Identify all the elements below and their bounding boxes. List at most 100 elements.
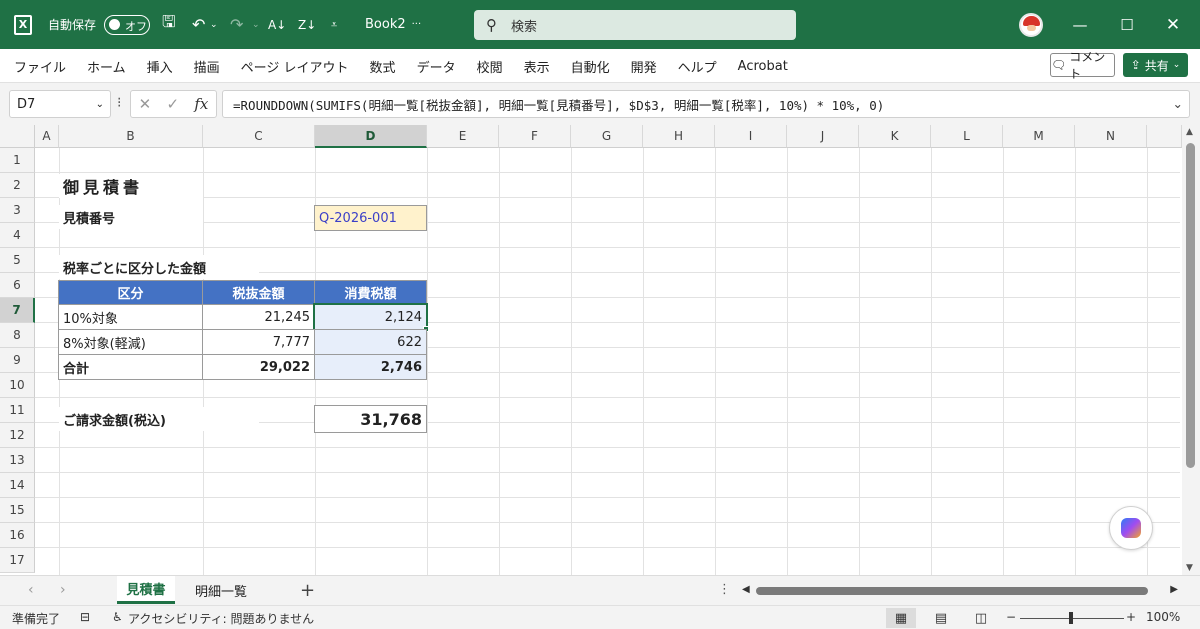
zoom-out-icon[interactable]: − [1006, 610, 1016, 624]
table-cell-tax[interactable]: 622 [314, 329, 427, 355]
copilot-button[interactable] [1109, 506, 1153, 550]
sort-ascending-icon[interactable]: A↓ [268, 0, 286, 49]
tab-developer[interactable]: 開発 [631, 57, 657, 76]
quote-number-cell[interactable]: Q-2026-001 [314, 205, 427, 231]
column-header-selected[interactable]: D [315, 125, 427, 148]
column-header[interactable]: A [35, 125, 59, 148]
row-header[interactable]: 11 [0, 398, 35, 423]
accessibility-status[interactable]: アクセシビリティ: 問題ありません [128, 610, 314, 627]
redo-dropdown-icon[interactable]: ⌄ [252, 0, 260, 49]
tab-insert[interactable]: 挿入 [147, 57, 173, 76]
enter-icon[interactable]: ✓ [166, 95, 179, 113]
tab-formulas[interactable]: 数式 [370, 57, 396, 76]
table-cell-net[interactable]: 7,777 [202, 329, 315, 355]
zoom-level[interactable]: 100% [1146, 610, 1180, 624]
row-header[interactable]: 17 [0, 548, 35, 573]
expand-formula-icon[interactable]: ⌄ [1173, 96, 1183, 111]
customize-qat-icon[interactable]: ⩡ [331, 0, 337, 49]
row-header[interactable]: 13 [0, 448, 35, 473]
row-header[interactable]: 8 [0, 323, 35, 348]
undo-dropdown-icon[interactable]: ⌄ [210, 0, 218, 49]
add-sheet-icon[interactable]: + [300, 580, 315, 601]
page-break-view-icon[interactable]: ◫ [966, 608, 996, 628]
save-icon[interactable]: 🖫 [162, 0, 176, 49]
column-header[interactable]: C [203, 125, 315, 148]
table-total-tax[interactable]: 2,746 [314, 354, 427, 380]
column-header[interactable]: G [571, 125, 643, 148]
prev-sheet-icon[interactable]: ‹ [28, 582, 34, 598]
column-header[interactable]: N [1075, 125, 1147, 148]
scroll-down-icon[interactable]: ▼ [1186, 563, 1193, 573]
avatar[interactable] [1019, 0, 1043, 49]
quote-number-label[interactable]: 見積番号 [59, 205, 203, 229]
table-header-tax[interactable]: 消費税額 [314, 280, 427, 305]
normal-view-icon[interactable]: ▦ [886, 608, 916, 628]
scrollbar-thumb[interactable] [756, 587, 1148, 595]
formula-input[interactable]: =ROUNDDOWN(SUMIFS(明細一覧[税抜金額], 明細一覧[見積番号]… [222, 90, 1190, 118]
zoom-slider-thumb[interactable] [1069, 612, 1073, 624]
tab-draw[interactable]: 描画 [194, 57, 220, 76]
scroll-right-icon[interactable]: ▶ [1170, 584, 1178, 595]
search-box[interactable]: ⚲ 検索 [474, 10, 796, 40]
column-header[interactable]: J [787, 125, 859, 148]
tab-acrobat[interactable]: Acrobat [738, 59, 788, 74]
tab-help[interactable]: ヘルプ [678, 57, 717, 76]
column-header[interactable]: I [715, 125, 787, 148]
select-all-corner[interactable] [0, 125, 35, 148]
row-header[interactable]: 5 [0, 248, 35, 273]
name-box[interactable]: D7 ⌄ [9, 90, 111, 118]
sheet-tab[interactable]: 明細一覧 [184, 576, 258, 604]
row-header[interactable]: 1 [0, 148, 35, 173]
table-total-label[interactable]: 合計 [58, 354, 203, 380]
row-header-selected[interactable]: 7 [0, 298, 35, 323]
maximize-icon[interactable]: ☐ [1104, 0, 1150, 49]
column-header[interactable]: M [1003, 125, 1075, 148]
row-header[interactable]: 10 [0, 373, 35, 398]
tab-page-layout[interactable]: ページ レイアウト [241, 57, 349, 76]
more-icon[interactable]: ⁝ [117, 95, 121, 111]
column-header[interactable]: H [643, 125, 715, 148]
tab-file[interactable]: ファイル [14, 57, 66, 76]
scroll-left-icon[interactable]: ◀ [742, 584, 750, 595]
close-icon[interactable]: ✕ [1150, 0, 1196, 49]
vertical-scrollbar[interactable]: ▲ ▼ [1182, 125, 1200, 575]
sheet-tab-active[interactable]: 見積書 [117, 576, 175, 604]
tab-automate[interactable]: 自動化 [571, 57, 610, 76]
table-header-net[interactable]: 税抜金額 [202, 280, 315, 305]
scroll-up-icon[interactable]: ▲ [1186, 127, 1193, 137]
horizontal-scrollbar[interactable]: ◀ ▶ [742, 584, 1178, 598]
worksheet-grid[interactable]: A B C D E F G H I J K L M N 1 2 3 4 5 6 … [0, 125, 1200, 575]
sheet-title[interactable]: 御見積書 [59, 174, 203, 198]
accessibility-icon[interactable]: ♿ [112, 610, 123, 624]
table-cell-category[interactable]: 8%対象(軽減) [58, 329, 203, 355]
row-header[interactable]: 3 [0, 198, 35, 223]
redo-icon[interactable]: ↷ [230, 0, 243, 49]
macro-record-icon[interactable]: ⊟ [80, 610, 90, 624]
table-cell-net[interactable]: 21,245 [202, 304, 315, 330]
column-header[interactable]: K [859, 125, 931, 148]
tab-data[interactable]: データ [417, 57, 456, 76]
scrollbar-thumb[interactable] [1186, 143, 1195, 468]
page-layout-view-icon[interactable]: ▤ [926, 608, 956, 628]
next-sheet-icon[interactable]: › [60, 582, 66, 598]
comment-button[interactable]: 🗨 コメント [1050, 50, 1115, 81]
row-header[interactable]: 15 [0, 498, 35, 523]
column-header[interactable]: E [427, 125, 499, 148]
file-name[interactable]: Book2 ··· [365, 0, 421, 49]
row-header[interactable]: 4 [0, 223, 35, 248]
insert-function-icon[interactable]: fx [194, 95, 208, 113]
zoom-in-icon[interactable]: + [1126, 610, 1136, 624]
table-cell-tax-selected[interactable]: 2,124 [313, 303, 428, 331]
section-label[interactable]: 税率ごとに区分した金額 [59, 255, 259, 279]
row-header[interactable]: 9 [0, 348, 35, 373]
row-header[interactable]: 2 [0, 173, 35, 198]
tab-view[interactable]: 表示 [524, 57, 550, 76]
column-header[interactable] [1147, 125, 1182, 148]
total-label[interactable]: ご請求金額(税込) [59, 407, 259, 431]
table-header-category[interactable]: 区分 [58, 280, 203, 305]
cancel-icon[interactable]: ✕ [139, 95, 152, 113]
total-value[interactable]: 31,768 [314, 405, 427, 433]
sort-descending-icon[interactable]: Z↓ [298, 0, 316, 49]
table-total-net[interactable]: 29,022 [202, 354, 315, 380]
row-header[interactable]: 16 [0, 523, 35, 548]
